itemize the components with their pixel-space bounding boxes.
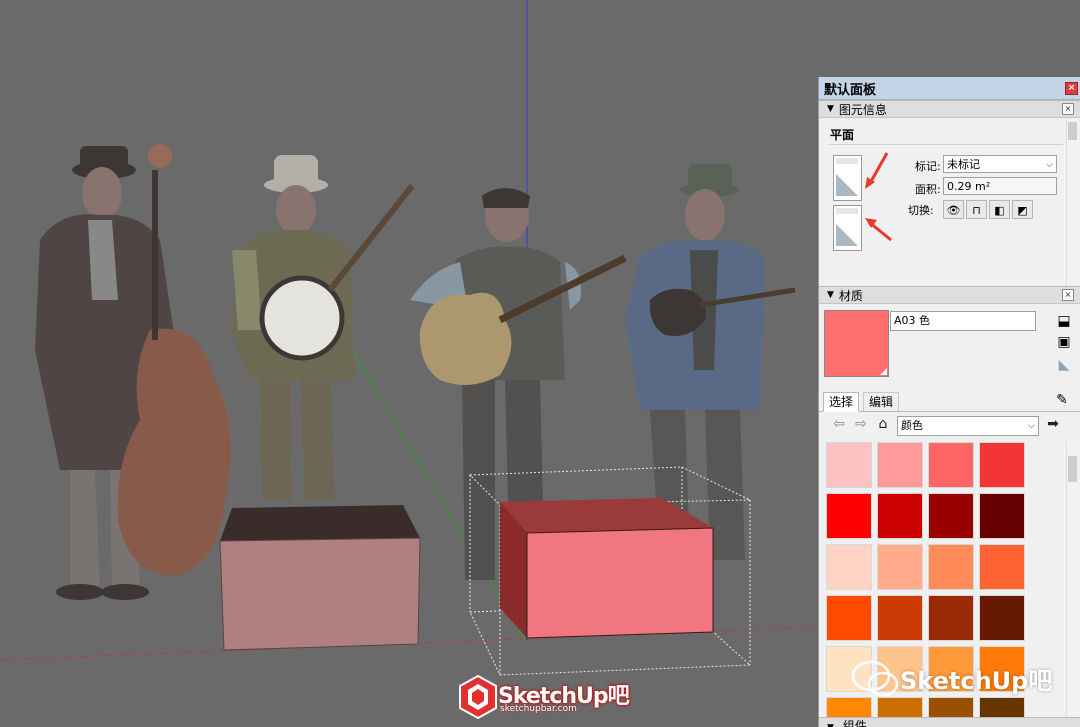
material-swatch[interactable] <box>979 493 1025 539</box>
banjo-player-figure <box>230 155 415 500</box>
material-swatch[interactable] <box>979 442 1025 488</box>
receive-shadow-icon[interactable]: ◧ <box>989 200 1010 219</box>
area-label: 面积: <box>915 183 941 196</box>
entity-info-header[interactable]: ▼ 图元信息 × <box>819 100 1080 118</box>
paint-bucket-icon[interactable]: ◣ <box>1055 356 1073 374</box>
eye-icon[interactable]: 👁 <box>943 200 964 219</box>
eyedropper-icon[interactable]: ✎ <box>1053 391 1071 409</box>
material-swatch[interactable] <box>928 595 974 641</box>
toggle-label: 切换: <box>908 204 934 217</box>
lock-icon[interactable]: ⊓ <box>966 200 987 219</box>
back-arrow-icon[interactable]: ⇦ <box>831 416 847 432</box>
current-material-swatch[interactable] <box>824 310 889 377</box>
material-name-input[interactable]: A03 色 <box>890 311 1036 331</box>
model-viewport[interactable] <box>0 0 818 727</box>
material-preview-area: A03 色 ⬓ ▣ ◣ <box>819 304 1080 389</box>
tray-close-button[interactable]: × <box>1065 82 1078 95</box>
front-face-material-swatch[interactable] <box>833 155 862 201</box>
material-swatch[interactable] <box>877 442 923 488</box>
materials-nav: ⇦ ⇨ ⌂ 颜色 ⌵ ➡ <box>819 412 1080 438</box>
tag-label: 标记: <box>915 160 941 173</box>
area-value: 0.29 m² <box>947 180 991 193</box>
material-swatch[interactable] <box>877 493 923 539</box>
details-arrow-icon[interactable]: ➡ <box>1045 416 1061 432</box>
material-swatch[interactable] <box>877 595 923 641</box>
material-swatch[interactable] <box>928 442 974 488</box>
divider <box>829 144 1063 145</box>
collapse-triangle-icon: ▼ <box>827 290 834 300</box>
chevron-down-icon: ⌵ <box>1028 421 1035 431</box>
home-icon[interactable]: ⌂ <box>875 416 891 432</box>
default-material-icon[interactable]: ▣ <box>1055 333 1073 351</box>
material-swatch[interactable] <box>928 544 974 590</box>
collection-select[interactable]: 颜色 ⌵ <box>897 416 1039 436</box>
collapse-triangle-icon: ▼ <box>827 723 834 727</box>
entity-info-scrollbar[interactable] <box>1066 118 1079 286</box>
material-swatch[interactable] <box>877 544 923 590</box>
materials-close-button[interactable]: × <box>1062 289 1074 301</box>
components-title: 组件 <box>842 719 867 727</box>
material-swatch[interactable] <box>826 442 872 488</box>
collapse-triangle-icon: ▼ <box>827 104 834 114</box>
tab-select[interactable]: 选择 <box>823 392 860 412</box>
materials-header[interactable]: ▼ 材质 × <box>819 286 1080 304</box>
tag-value: 未标记 <box>947 158 980 171</box>
material-swatch[interactable] <box>979 544 1025 590</box>
entity-info-close-button[interactable]: × <box>1062 103 1074 115</box>
red-arrow-icon <box>865 218 892 242</box>
forward-arrow-icon[interactable]: ⇨ <box>853 416 869 432</box>
tag-select[interactable]: 未标记 ⌵ <box>943 155 1057 173</box>
wechat-watermark-text: SketchUp吧 <box>900 667 1053 695</box>
tab-edit[interactable]: 编辑 <box>863 392 900 411</box>
red-arrow-icon <box>865 152 889 189</box>
logo-url: sketchupbar.com <box>500 704 577 714</box>
components-header[interactable]: ▼ 组件 <box>819 717 1080 727</box>
tray-title-bar: 默认面板 × <box>819 77 1080 100</box>
tray-title: 默认面板 <box>824 82 877 98</box>
material-swatch[interactable] <box>928 493 974 539</box>
materials-tabs: 选择 编辑 ✎ <box>819 389 1080 412</box>
entity-info-title: 图元信息 <box>838 102 887 117</box>
back-face-material-swatch[interactable] <box>833 205 862 251</box>
scene-canvas[interactable] <box>0 0 818 727</box>
bassist-figure <box>35 144 231 600</box>
swatch-scrollbar[interactable] <box>1066 442 1079 717</box>
area-field: 0.29 m² <box>943 177 1057 195</box>
collection-value: 颜色 <box>901 419 923 432</box>
materials-title: 材质 <box>838 288 863 303</box>
material-swatch[interactable] <box>826 493 872 539</box>
create-material-icon[interactable]: ⬓ <box>1055 312 1073 330</box>
chevron-down-icon: ⌵ <box>1046 160 1053 170</box>
cast-shadow-icon[interactable]: ◩ <box>1012 200 1033 219</box>
material-swatch[interactable] <box>826 595 872 641</box>
material-swatch[interactable] <box>826 544 872 590</box>
material-swatch[interactable] <box>979 595 1025 641</box>
box-left[interactable] <box>219 505 421 651</box>
default-tray: 默认面板 × ▼ 图元信息 × 平面 标记: 未标记 ⌵ 面积: 0.29 m²… <box>818 77 1080 727</box>
entity-type: 平面 <box>830 128 855 142</box>
entity-info-panel: 平面 标记: 未标记 ⌵ 面积: 0.29 m² 切换: 👁 ⊓ ◧ ◩ <box>819 118 1080 286</box>
